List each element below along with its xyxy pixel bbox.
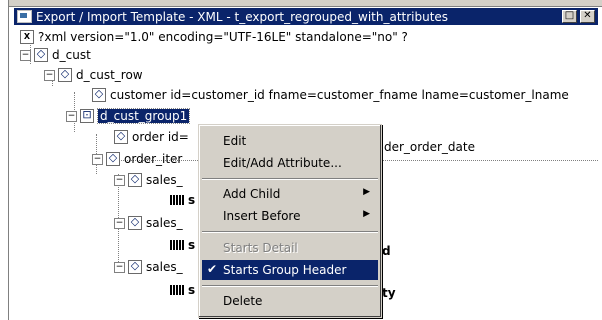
menu-item-add-child[interactable]: Add Child ▶ <box>202 184 378 204</box>
tree-node-column-1[interactable]: s <box>170 191 195 209</box>
menu-item-label: Delete <box>223 294 263 308</box>
element-icon <box>128 173 142 187</box>
element-icon <box>114 130 128 144</box>
tree-node-column-3[interactable]: s <box>170 281 195 299</box>
tree-node-order-tail: der_order_date <box>384 138 475 156</box>
tree-node-label: der_order_date <box>384 140 475 154</box>
submenu-arrow-icon: ▶ <box>363 187 370 197</box>
element-icon <box>58 68 72 82</box>
tree-node-label: s <box>188 283 196 297</box>
tree-node-order-item[interactable]: − order_iter <box>92 150 182 168</box>
tree-node-label: order_iter <box>124 152 183 166</box>
menu-item-starts-detail[interactable]: Starts Detail <box>202 238 378 258</box>
tree-node-column-2-tail: d <box>382 242 391 260</box>
tree-node-sales-1[interactable]: − sales_ <box>114 171 183 189</box>
tree-node-label: d_cust_row <box>76 68 143 82</box>
menu-item-label: Add Child <box>223 187 281 201</box>
collapse-icon[interactable]: − <box>44 69 55 81</box>
menu-item-delete[interactable]: Delete <box>202 291 378 311</box>
menu-item-label: Edit/Add Attribute... <box>223 156 342 170</box>
menu-item-edit-add-attribute[interactable]: Edit/Add Attribute... <box>202 153 378 173</box>
element-icon <box>34 48 48 62</box>
tree-node-label: s <box>188 193 196 207</box>
menu-item-label: Insert Before <box>223 209 301 223</box>
menu-separator <box>202 285 378 287</box>
collapse-icon[interactable]: − <box>114 261 125 273</box>
tree-node-label: customer id=customer_id fname=customer_f… <box>110 88 569 102</box>
collapse-icon[interactable]: − <box>92 153 103 165</box>
export-import-template-window: Export / Import Template - XML - t_expor… <box>0 0 602 320</box>
collapse-icon[interactable]: − <box>114 217 125 229</box>
tree-node-label: ?xml version="1.0" encoding="UTF-16LE" s… <box>38 30 408 44</box>
tree-node-label: sales_ <box>146 216 183 230</box>
element-icon <box>128 260 142 274</box>
tree-node-label: ty <box>382 286 396 300</box>
tree-node-label: sales_ <box>146 173 183 187</box>
column-icon <box>170 240 184 250</box>
tree-node-d-cust[interactable]: − d_cust <box>20 46 91 64</box>
menu-separator <box>202 231 378 233</box>
menu-item-edit[interactable]: Edit <box>202 131 378 151</box>
element-icon <box>92 88 106 102</box>
context-menu: Edit Edit/Add Attribute... Add Child ▶ I… <box>198 124 382 318</box>
menu-item-starts-group-header[interactable]: ✔ Starts Group Header <box>202 260 378 280</box>
collapse-icon[interactable]: − <box>66 110 77 122</box>
menu-item-label: Starts Detail <box>223 241 298 255</box>
tree-node-d-cust-row[interactable]: − d_cust_row <box>44 66 143 84</box>
check-icon: ✔ <box>207 262 218 276</box>
menu-item-label: Starts Group Header <box>223 263 347 277</box>
tree-node-customer[interactable]: customer id=customer_id fname=customer_f… <box>92 86 569 104</box>
element-icon <box>106 152 120 166</box>
column-icon <box>170 195 184 205</box>
tree-node-column-3-tail: ty <box>382 284 396 302</box>
submenu-arrow-icon: ▶ <box>363 209 370 219</box>
tree-node-label: d_cust <box>52 48 91 62</box>
tree-node-order[interactable]: order id= <box>114 128 189 146</box>
element-icon <box>128 216 142 230</box>
tree-node-d-cust-group[interactable]: − d_cust_group1 <box>66 107 191 125</box>
menu-item-insert-before[interactable]: Insert Before ▶ <box>202 206 378 226</box>
tree-node-label: s <box>188 238 196 252</box>
xml-declaration-icon: X <box>20 30 34 44</box>
collapse-icon[interactable]: − <box>20 49 31 61</box>
tree-node-column-2[interactable]: s <box>170 236 195 254</box>
group-icon <box>80 109 94 123</box>
collapse-icon[interactable]: − <box>114 174 125 186</box>
tree-node-sales-3[interactable]: − sales_ <box>114 258 183 276</box>
menu-item-label: Edit <box>223 134 247 148</box>
menu-separator <box>202 178 378 180</box>
tree-node-label: d_cust_group1 <box>96 108 191 124</box>
tree-node-label: sales_ <box>146 260 183 274</box>
tree-node-xml-declaration[interactable]: X ?xml version="1.0" encoding="UTF-16LE"… <box>20 28 408 46</box>
tree-node-label: d <box>382 244 391 258</box>
tree-node-label: order id= <box>132 130 189 144</box>
tree-node-sales-2[interactable]: − sales_ <box>114 214 183 232</box>
column-icon <box>170 285 184 295</box>
